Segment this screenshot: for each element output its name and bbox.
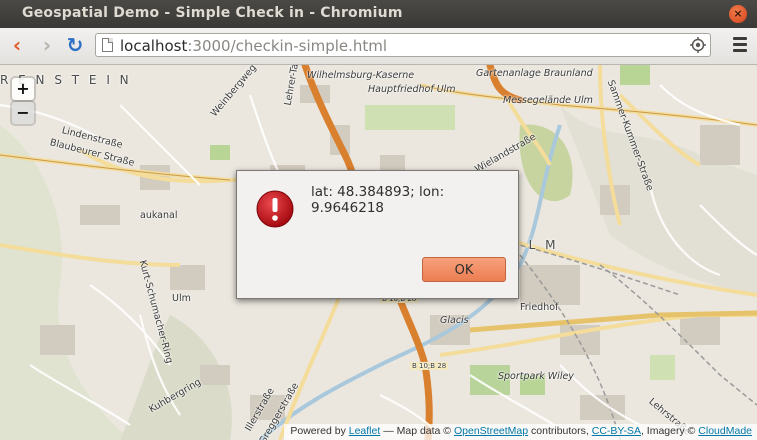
map-label: Ulm (172, 293, 191, 304)
ok-button[interactable]: OK (422, 257, 506, 282)
back-button[interactable]: ‹ (6, 34, 28, 56)
zoom-out-button[interactable]: − (12, 102, 34, 124)
map-label: Sportpark Wiley (498, 371, 574, 382)
attribution-text: — Map data © (380, 425, 454, 437)
map-label: Wilhelmsburg-Kaserne (307, 70, 415, 81)
map-label: Gartenanlage Braunland (476, 68, 593, 79)
map-label: Glacis (440, 315, 469, 326)
attribution-text: contributors, (528, 425, 592, 437)
cloudmade-link[interactable]: CloudMade (698, 425, 752, 437)
map-label: Messegelände Ulm (503, 95, 593, 106)
url-path: :3000/checkin-simple.html (187, 37, 388, 55)
attribution-text: Powered by (290, 425, 349, 437)
window-title: Geospatial Demo - Simple Check in - Chro… (22, 5, 403, 21)
alert-dialog: lat: 48.384893; lon: 9.9646218 OK (236, 170, 519, 299)
zoom-in-button[interactable]: + (12, 78, 34, 100)
road-shield: B 10;B 28 (410, 362, 449, 370)
leaflet-link[interactable]: Leaflet (349, 425, 381, 437)
alert-message: lat: 48.384893; lon: 9.9646218 (311, 184, 445, 216)
map-label: Friedhof (520, 302, 559, 313)
attribution-text: , Imagery © (640, 425, 699, 437)
location-target-icon[interactable] (690, 37, 706, 53)
map-label: aukanal (140, 210, 178, 221)
address-bar[interactable]: localhost:3000/checkin-simple.html (95, 33, 711, 57)
url-host: localhost (120, 37, 188, 55)
cc-by-sa-link[interactable]: CC-BY-SA (592, 425, 641, 437)
osm-link[interactable]: OpenStreetMap (454, 425, 528, 437)
browser-menu-icon[interactable] (733, 37, 747, 53)
map-label: Hauptfriedhof Ulm (368, 84, 456, 95)
map-attribution: Powered by Leaflet — Map data © OpenStre… (284, 424, 757, 440)
page-icon (102, 38, 113, 52)
browser-toolbar: ‹ › ↻ localhost:3000/checkin-simple.html (0, 28, 757, 65)
window-titlebar: Geospatial Demo - Simple Check in - Chro… (0, 0, 757, 28)
address-url[interactable]: localhost:3000/checkin-simple.html (120, 37, 387, 55)
reload-button[interactable]: ↻ (64, 34, 86, 56)
forward-button[interactable]: › (36, 34, 58, 56)
error-icon (256, 190, 294, 228)
close-window-button[interactable]: × (729, 5, 747, 23)
